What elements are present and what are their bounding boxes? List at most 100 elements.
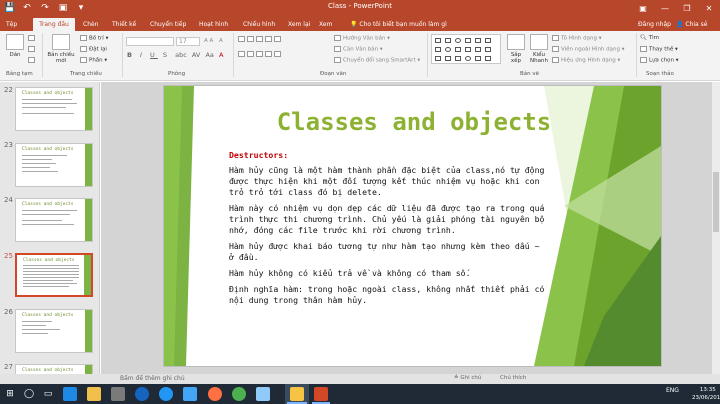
- virtualbox-icon[interactable]: [256, 387, 270, 401]
- tab-view[interactable]: Xem: [319, 18, 332, 31]
- tab-insert[interactable]: Chèn: [83, 18, 99, 31]
- skype-icon[interactable]: [135, 387, 149, 401]
- ribbon-display-options-icon[interactable]: ▣: [632, 0, 654, 17]
- group-label-drawing: Bản vẽ: [520, 71, 540, 77]
- bold-button[interactable]: B: [127, 51, 135, 59]
- replace-button[interactable]: Thay thế ▾: [640, 46, 678, 53]
- tab-file[interactable]: Tệp: [6, 18, 22, 31]
- ribbon-divider: [122, 33, 123, 77]
- slide-number: 22: [4, 86, 13, 94]
- slide-thumbnail[interactable]: Classes and objects: [15, 87, 93, 131]
- slide-thumbnail-pane[interactable]: 22 Classes and objects 23 Classes and ob…: [0, 82, 100, 404]
- group-label-editing: Soạn thảo: [646, 71, 674, 77]
- copy-icon[interactable]: [28, 46, 37, 53]
- comments-button[interactable]: Chú thích: [500, 375, 526, 381]
- reset-button[interactable]: Đặt lại: [80, 46, 107, 53]
- font-color-button[interactable]: A: [219, 51, 226, 59]
- select-icon: [640, 57, 647, 63]
- align-buttons[interactable]: [238, 51, 283, 58]
- paragraph: Hàm hủy không có kiểu trả về và không có…: [229, 268, 471, 278]
- quick-styles-button[interactable]: Kiểu Nhanh: [528, 34, 550, 64]
- tab-animations[interactable]: Hoạt hình: [199, 18, 228, 31]
- shape-outline-button[interactable]: Viền ngoài Hình dạng ▾: [552, 46, 625, 53]
- slide-title[interactable]: Classes and objects: [224, 108, 604, 136]
- slide-thumbnail[interactable]: Classes and objects: [15, 309, 93, 353]
- tab-slideshow[interactable]: Chiếu hình: [243, 18, 275, 31]
- ribbon-divider: [42, 33, 43, 77]
- change-case-button[interactable]: Aa: [205, 51, 213, 59]
- convert-smartart-button[interactable]: Chuyển đổi sang SmartArt ▾: [334, 57, 420, 64]
- share-button[interactable]: 👤 Chia sẻ: [676, 18, 707, 31]
- arrange-button[interactable]: Sắp xếp: [505, 34, 527, 64]
- shadow-button[interactable]: abc: [175, 51, 187, 59]
- slide-thumbnail[interactable]: Classes and objects: [15, 143, 93, 187]
- layout-icon: [80, 35, 87, 41]
- slide-number: 25: [4, 252, 13, 260]
- strikethrough-button[interactable]: S: [163, 51, 170, 59]
- search-icon[interactable]: ◯: [22, 387, 36, 401]
- firefox-icon[interactable]: [208, 387, 222, 401]
- notes-button[interactable]: ≙ Ghi chú: [454, 375, 481, 381]
- italic-button[interactable]: I: [140, 51, 145, 59]
- notes-placeholder[interactable]: Bấm để thêm ghi chú: [120, 375, 185, 382]
- quick-styles-icon: [530, 34, 548, 50]
- minimize-button[interactable]: —: [654, 0, 676, 17]
- tab-transitions[interactable]: Chuyển tiếp: [150, 18, 186, 31]
- edge-icon[interactable]: [63, 387, 77, 401]
- shape-fill-icon: [552, 35, 559, 41]
- font-grow-shrink-icons[interactable]: A A A: [204, 38, 223, 44]
- replace-icon: [640, 46, 647, 52]
- list-buttons[interactable]: [238, 36, 283, 43]
- align-text-button[interactable]: Căn Văn bản ▾: [334, 46, 383, 53]
- language-indicator[interactable]: ENG: [666, 387, 679, 394]
- tell-me-search[interactable]: 💡 Cho tôi biết bạn muốn làm gì: [350, 18, 447, 31]
- chrome-icon[interactable]: [232, 387, 246, 401]
- task-view-icon[interactable]: ▭: [41, 387, 55, 401]
- store-icon[interactable]: [111, 387, 125, 401]
- tab-design[interactable]: Thiết kế: [112, 18, 136, 31]
- underline-button[interactable]: U: [150, 51, 158, 59]
- close-button[interactable]: ✕: [698, 0, 720, 17]
- visual-studio-icon[interactable]: [290, 387, 304, 401]
- char-spacing-button[interactable]: AV: [192, 51, 200, 59]
- slide-number: 26: [4, 308, 13, 316]
- slide-content-placeholder[interactable]: Destructors: Hàm hủy cũng là một hàm thà…: [229, 150, 547, 311]
- select-button[interactable]: Lựa chọn ▾: [640, 57, 679, 64]
- powerpoint-icon[interactable]: [314, 387, 328, 401]
- format-painter-icon[interactable]: [28, 57, 37, 64]
- sign-in-link[interactable]: Đăng nhập: [638, 18, 671, 31]
- cut-icon[interactable]: [28, 35, 37, 42]
- restore-button[interactable]: ❐: [676, 0, 698, 17]
- paste-icon: [6, 34, 24, 50]
- text-direction-button[interactable]: Hướng Văn bản ▾: [334, 35, 390, 42]
- new-slide-button[interactable]: Bản chiếu mới: [46, 34, 76, 64]
- file-explorer-icon[interactable]: [87, 387, 101, 401]
- current-slide[interactable]: Classes and objects Destructors: Hàm hủy…: [164, 86, 661, 366]
- ie-icon[interactable]: [159, 387, 173, 401]
- font-name-combobox[interactable]: [126, 37, 174, 46]
- ribbon-divider: [233, 33, 234, 77]
- find-button[interactable]: 🔍︎ Tìm: [640, 35, 659, 41]
- ribbon-divider: [636, 33, 637, 77]
- app-icon[interactable]: [183, 387, 197, 401]
- align-text-icon: [334, 46, 341, 52]
- tab-home[interactable]: Trang đầu: [33, 18, 75, 31]
- tab-review[interactable]: Xem lại: [288, 18, 310, 31]
- slide-thumbnail-selected[interactable]: Classes and objects: [15, 253, 93, 297]
- shape-fill-button[interactable]: Tô Hình dạng ▾: [552, 35, 602, 42]
- layout-button[interactable]: Bố trí ▾: [80, 35, 108, 42]
- slide-editing-area: Classes and objects Destructors: Hàm hủy…: [101, 82, 720, 374]
- smartart-icon: [334, 57, 341, 63]
- section-button[interactable]: Phần ▾: [80, 57, 107, 64]
- font-size-combobox[interactable]: 17: [176, 37, 200, 46]
- window-title: Class - PowerPoint: [328, 2, 392, 10]
- vertical-scrollbar[interactable]: [712, 82, 720, 374]
- shape-effects-button[interactable]: Hiệu ứng Hình dạng ▾: [552, 57, 620, 64]
- slide-number: 23: [4, 141, 13, 149]
- windows-taskbar: ⊞ ◯ ▭ ENG 13:35 23/06/2016: [0, 384, 720, 404]
- paste-button[interactable]: Dán: [5, 34, 25, 58]
- shapes-gallery[interactable]: [431, 34, 501, 64]
- slide-thumbnail[interactable]: Classes and objects: [15, 198, 93, 242]
- start-icon[interactable]: ⊞: [3, 387, 17, 401]
- system-clock[interactable]: 13:35 23/06/2016: [692, 386, 720, 402]
